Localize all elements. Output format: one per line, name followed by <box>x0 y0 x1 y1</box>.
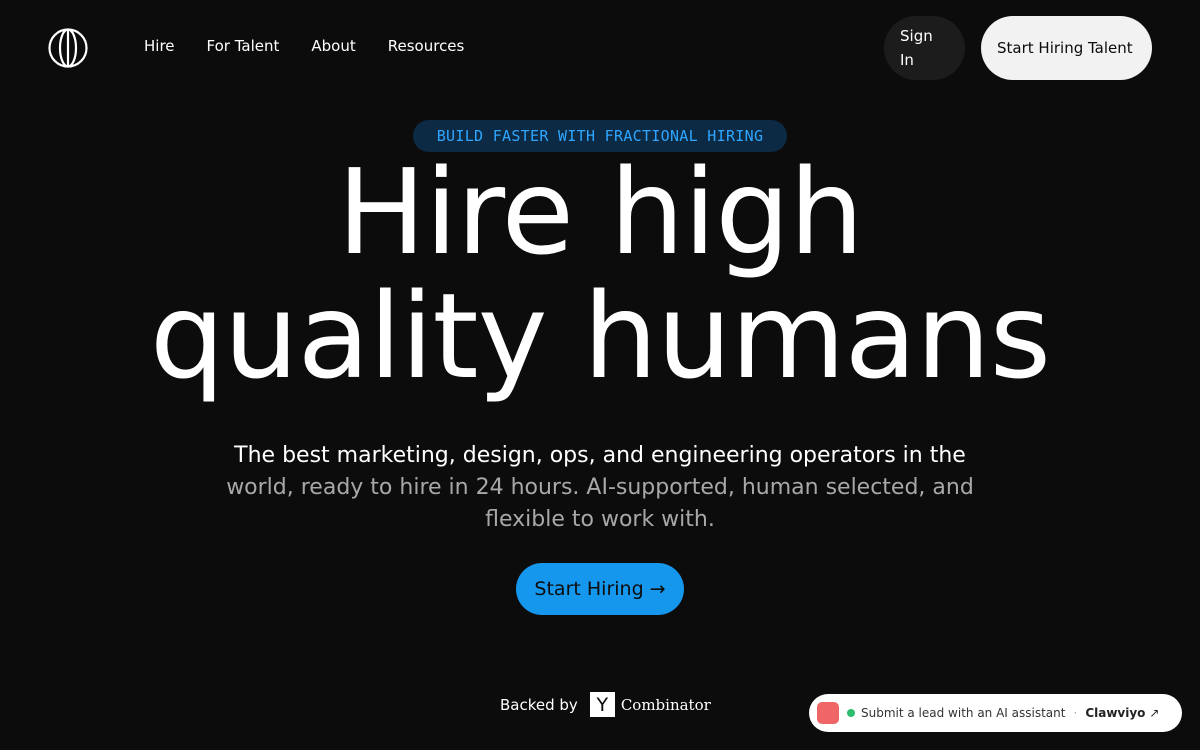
nav-resources[interactable]: Resources <box>388 36 465 56</box>
online-status-dot-icon <box>847 709 855 717</box>
ai-lead-widget[interactable]: Submit a lead with an AI assistant · Cla… <box>809 694 1182 732</box>
backed-by-label: Backed by <box>500 695 578 714</box>
hero-headline: Hire high quality humans <box>0 150 1200 398</box>
widget-brand[interactable]: Clawviyo <box>1085 706 1145 720</box>
headline-line-2: quality humans <box>149 267 1051 405</box>
backed-by: Backed by Y Combinator <box>500 692 711 717</box>
start-hiring-button[interactable]: Start Hiring → <box>516 563 684 615</box>
widget-text: Submit a lead with an AI assistant <box>861 706 1066 720</box>
yc-icon: Y <box>589 692 615 717</box>
headline-line-1: Hire high <box>337 143 864 281</box>
nav-about[interactable]: About <box>311 36 355 56</box>
widget-brand-square-icon <box>817 702 839 724</box>
subtitle-highlight: The best marketing, design, ops, and eng… <box>234 443 966 468</box>
subtitle-rest: world, ready to hire in 24 hours. AI-sup… <box>226 475 974 532</box>
nav-hire[interactable]: Hire <box>144 36 175 56</box>
arrow-right-icon: → <box>649 578 666 600</box>
external-link-icon: ↗ <box>1149 706 1160 720</box>
globe-logo-icon[interactable] <box>48 28 88 68</box>
landing-page: Hire For Talent About Resources Sign In … <box>0 0 1200 750</box>
nav-for-talent[interactable]: For Talent <box>207 36 280 56</box>
hero-subtitle: The best marketing, design, ops, and eng… <box>210 440 990 536</box>
start-hiring-label: Start Hiring <box>534 578 644 600</box>
main-nav: Hire For Talent About Resources <box>144 36 496 56</box>
sign-in-button[interactable]: Sign In <box>884 16 965 80</box>
y-combinator-logo: Y Combinator <box>589 692 711 717</box>
start-hiring-talent-button[interactable]: Start Hiring Talent <box>981 16 1152 80</box>
yc-wordmark: Combinator <box>620 695 711 714</box>
widget-separator: · <box>1073 706 1078 720</box>
